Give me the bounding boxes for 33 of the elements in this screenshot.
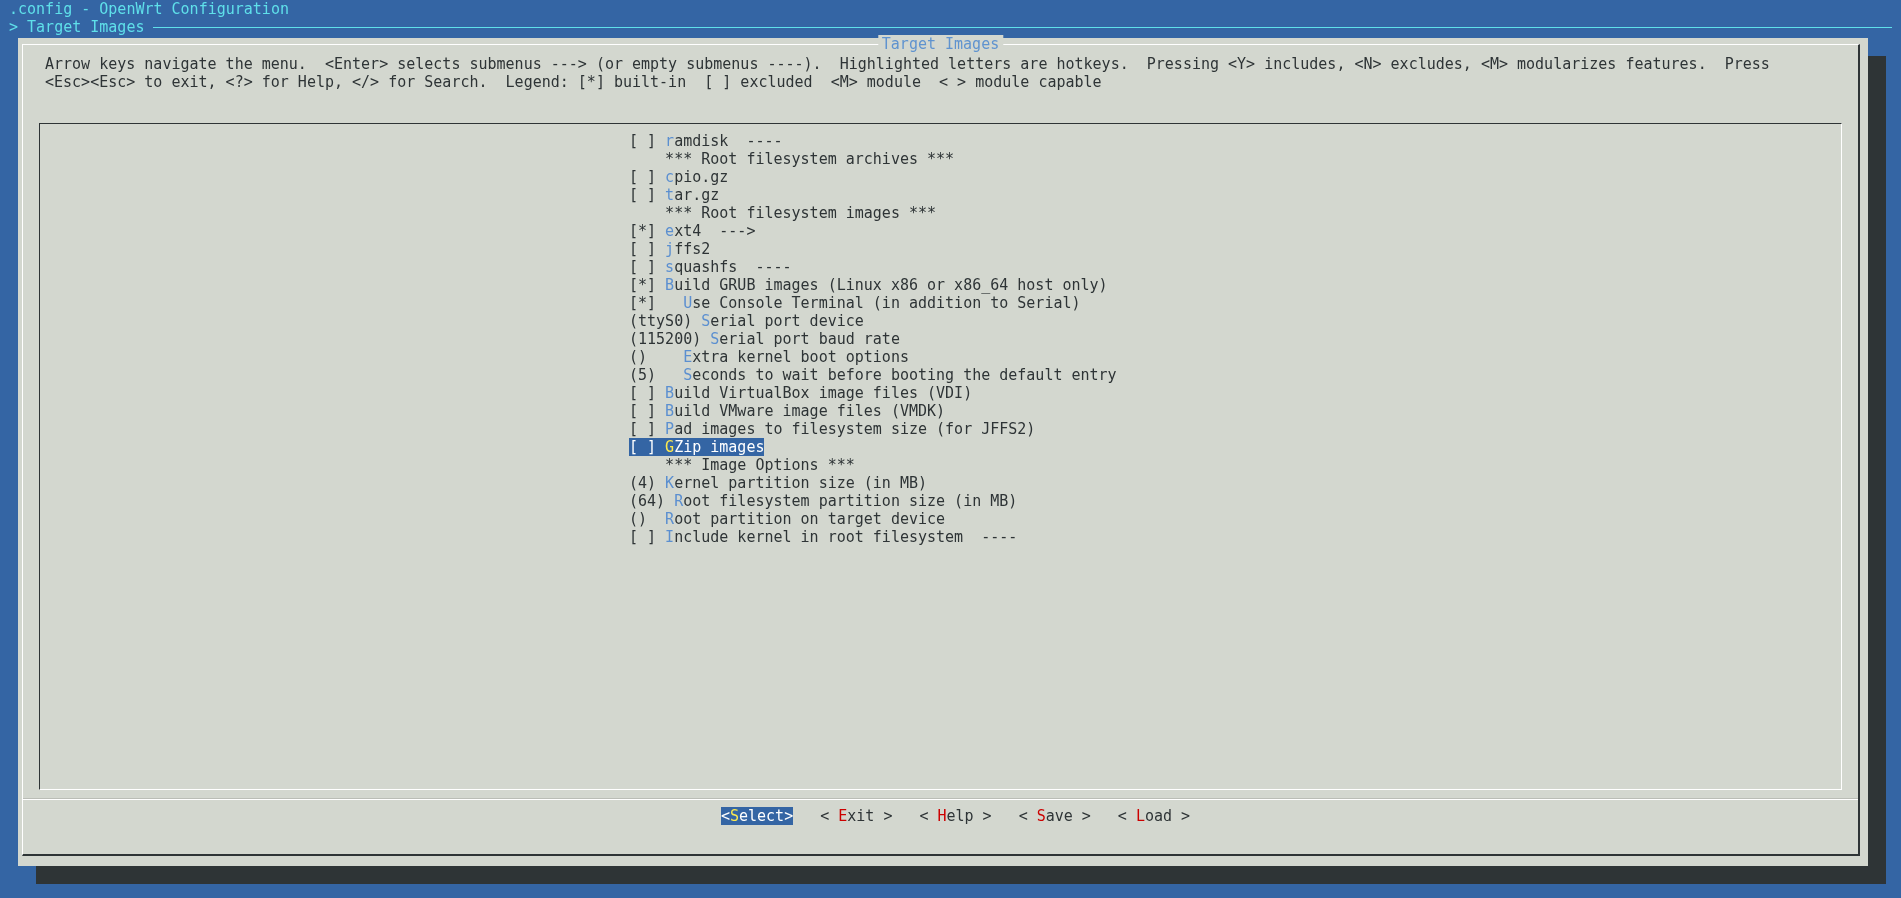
window-title: .config - OpenWrt Configuration — [8, 0, 289, 18]
breadcrumb: > Target Images — [9, 18, 145, 36]
menu-item[interactable]: [*] ext4 ---> — [629, 222, 756, 240]
menu-item[interactable]: [*] Use Console Terminal (in addition to Serial) — [629, 294, 1081, 312]
menu-comment: *** Root filesystem images *** — [664, 204, 937, 222]
dialog-button[interactable]: < Load > — [1117, 807, 1191, 825]
dialog-button[interactable]: < Help > — [919, 807, 992, 825]
menu-item[interactable]: [ ] squashfs ---- — [629, 258, 792, 276]
menu-item[interactable]: [ ] Build VMware image files (VMDK) — [629, 402, 946, 420]
menu-item[interactable]: (5) Seconds to wait before booting the default entry — [629, 366, 1117, 384]
dialog-button[interactable]: < Save > — [1018, 807, 1091, 825]
menu-item[interactable]: (115200) Serial port baud rate — [629, 330, 900, 348]
menu-item[interactable]: [ ] j ffs2 — [629, 240, 711, 258]
menu-item[interactable]: (ttyS0) Serial port device — [629, 312, 864, 330]
menu-item[interactable]: [ ] tar.gz — [629, 186, 720, 204]
menu-comment: *** Image Options *** — [664, 456, 855, 474]
menu-item[interactable]: (64) Root filesystem partition size (in MB) — [629, 492, 1018, 510]
help-text: <Esc><Esc> to exit, <?> for Help, </> for Search. Legend: [*] built-in [ ] excluded <M> module < > module capable — [45, 73, 1102, 91]
menu-item[interactable]: [*] Build GRUB images (Linux x86 or x86_64 host only) — [629, 276, 1108, 294]
menu-item[interactable]: [ ] GZip images — [629, 438, 765, 456]
help-text: Arrow keys navigate the menu. <Enter> selects submenus ---> (or empty submenus ----). Highlighted letters are hotkeys. Pressing <Y> includes, <N> excludes, <M> modularizes features. Press — [45, 55, 1770, 73]
menu-item[interactable]: [ ] Build VirtualBox image files (VDI) — [629, 384, 973, 402]
menu-item[interactable]: [ ] Pad images to filesystem size (for JFFS2) — [629, 420, 1036, 438]
menu-item[interactable]: [ ] Include kernel in root filesystem ---- — [629, 528, 1018, 546]
menu-item[interactable]: () Root partition on target device — [629, 510, 946, 528]
menu-item[interactable]: () Extra kernel boot options — [629, 348, 909, 366]
dialog-button[interactable]: < Exit > — [820, 807, 893, 825]
menu-item[interactable]: (4) Kernel partition size (in MB) — [629, 474, 927, 492]
menu-item[interactable]: [ ] cpio.gz — [629, 168, 729, 186]
dialog-button[interactable]: <Select> — [720, 807, 794, 825]
menu-item[interactable]: [ ] ramdisk ---- — [629, 132, 783, 150]
menu-comment: *** Root filesystem archives *** — [664, 150, 955, 168]
dialog-title: Target Images — [877, 35, 1004, 53]
